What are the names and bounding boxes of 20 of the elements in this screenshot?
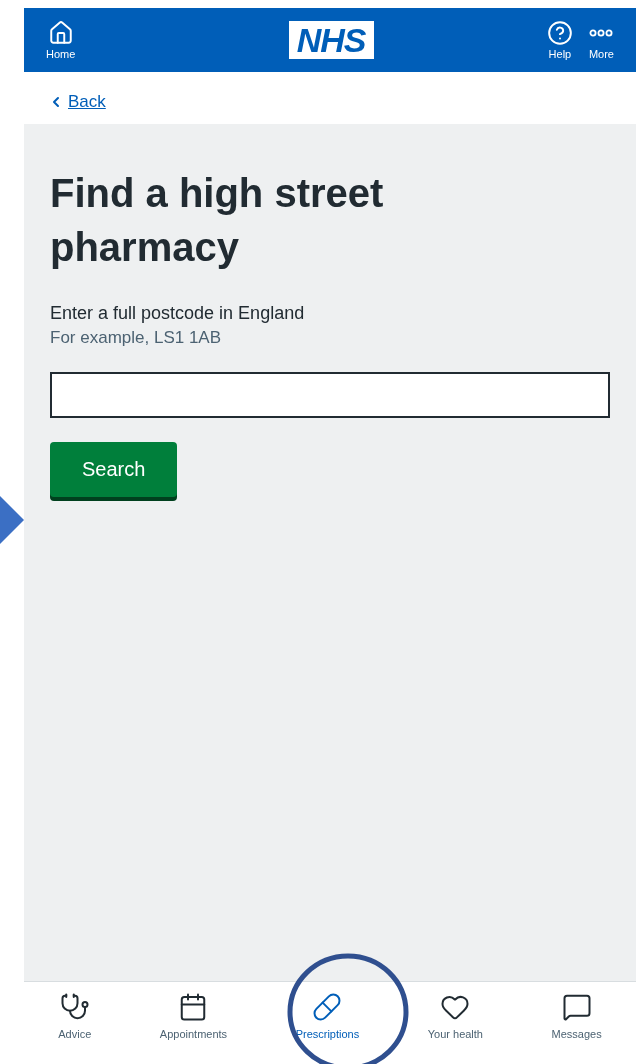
speech-bubble-icon [561, 992, 592, 1022]
postcode-input-field[interactable] [50, 372, 610, 418]
nav-tab[interactable]: Your health [421, 991, 489, 1041]
nhs-logo: NHS [288, 21, 374, 59]
home-button[interactable]: Home [38, 20, 84, 60]
field-hint: For example, LS1 1AB [50, 327, 223, 349]
back-link[interactable]: Back [48, 92, 106, 112]
field-label: Enter a full postcode in England [50, 302, 306, 325]
nav-tab[interactable]: Messages [545, 991, 608, 1041]
help-icon [546, 20, 573, 46]
pill-icon [312, 992, 343, 1022]
stethoscope-icon [59, 992, 90, 1022]
nav-tab[interactable]: Appointments [153, 991, 234, 1041]
more-icon [589, 29, 614, 37]
help-button[interactable]: Help [538, 20, 581, 60]
page-title: Find a high street pharmacy [50, 170, 385, 271]
more-button[interactable]: More [580, 20, 622, 60]
home-icon [47, 20, 74, 46]
nav-tab[interactable]: Advice [52, 991, 98, 1041]
arrow-pointer-drawing [0, 496, 24, 544]
